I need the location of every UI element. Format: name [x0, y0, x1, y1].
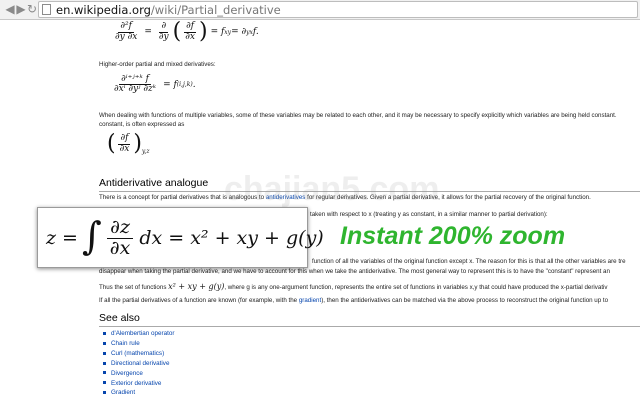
url-path: /wiki/Partial_derivative [150, 3, 281, 17]
eq3-frac: ∂f ∂x [118, 133, 132, 154]
thus-post: , where g is any one-argument function, … [224, 284, 608, 291]
see-also-link[interactable]: Divergence [103, 369, 175, 379]
zoom-lhs: z = [46, 227, 78, 249]
zoom-denominator: ∂x [109, 236, 131, 259]
known-pre: If all the partial derivatives of a func… [99, 297, 299, 304]
eq1-dx: ∂x [185, 31, 195, 42]
anti-text-3: function of all the variables of the ori… [312, 258, 626, 265]
eq1-left-paren: ( [172, 20, 182, 44]
url-host: en.wikipedia.org [56, 3, 151, 17]
see-also-list: d'Alembertian operator Chain rule Curl (… [103, 329, 175, 398]
eq3-left-paren: ( [107, 131, 116, 156]
see-also-link[interactable]: d'Alembertian operator [103, 329, 175, 339]
url-text[interactable]: en.wikipedia.org/wiki/Partial_derivative [56, 3, 281, 17]
anti-text-2: taken with respect to x (treating y as c… [310, 211, 548, 218]
eq1-dy: ∂y [158, 31, 169, 42]
held-constant-equation: ( ∂f ∂x ) y,z [107, 133, 150, 155]
mixed-derivative-equation: ∂²f ∂y ∂x = ∂ ∂y ( ∂f ∂x ) = f xy = ∂ yx f. [111, 21, 259, 43]
eq1-df: ∂f [184, 21, 197, 33]
see-also-link[interactable]: Exterior derivative [103, 379, 175, 389]
zoom-rhs: dx = x² + xy + g(y) [139, 227, 324, 249]
eq2-end: . [192, 79, 196, 90]
eq1-numerator: ∂²f [118, 21, 134, 33]
see-also-link[interactable]: Gradient [103, 388, 175, 398]
higher-order-equation: ∂ⁱ⁺ʲ⁺ᵏ f ∂xⁱ ∂yʲ ∂zᵏ = f (i,j,k). [110, 74, 196, 95]
eq1-equals: = [144, 27, 152, 37]
browser-toolbar: ◀ ▶ ↻ en.wikipedia.org/wiki/Partial_deri… [0, 0, 640, 20]
zoomed-equation: z = ∫ ∂z ∂x dx = x² + xy + g(y) [46, 211, 324, 265]
eq1-sub2: yx [246, 28, 253, 36]
thus-pre: Thus the set of functions [99, 284, 169, 291]
address-bar[interactable]: en.wikipedia.org/wiki/Partial_derivative [38, 1, 638, 18]
eq3-denominator: ∂x [119, 143, 130, 154]
thus-text: Thus the set of functions x² + xy + g(y)… [99, 283, 608, 292]
zoom-frac: ∂z ∂x [107, 217, 134, 259]
eq1-end: f. [252, 27, 259, 37]
zoom-caption: Instant 200% zoom [340, 222, 566, 250]
anti-text-4: disappear when taking the partial deriva… [99, 268, 610, 275]
multivar-text-2: constant, is often expressed as [99, 121, 185, 128]
zoom-popup: z = ∫ ∂z ∂x dx = x² + xy + g(y) [37, 207, 324, 268]
see-also-heading: See also [99, 312, 640, 327]
eq1-frac: ∂²f ∂y ∂x [113, 21, 139, 42]
higher-order-text: Higher-order partial and mixed derivativ… [99, 61, 216, 68]
watermark: chajian5.com [224, 170, 440, 208]
eq2-rhs: = f [163, 79, 177, 90]
eq1-d: ∂ [159, 21, 169, 33]
known-text: If all the partial derivatives of a func… [99, 297, 608, 305]
integral-sign: ∫ [81, 214, 102, 258]
eq1-rest2: = ∂ [231, 27, 247, 37]
known-post: ), then the antiderivatives can be match… [321, 297, 609, 304]
see-also-link[interactable]: Chain rule [103, 339, 175, 349]
page-icon [42, 4, 51, 15]
thus-math: x² + xy + g(y) [168, 282, 225, 291]
multivar-text-1: When dealing with functions of multiple … [99, 112, 617, 119]
eq1-denominator: ∂y ∂x [115, 31, 138, 42]
eq1-frac3: ∂f ∂x [183, 21, 197, 42]
eq1-sub1: xy [224, 28, 232, 36]
reload-icon[interactable]: ↻ [25, 2, 39, 16]
eq1-frac2: ∂ ∂y [157, 21, 171, 42]
eq1-rest: = f [210, 27, 225, 37]
see-also-link[interactable]: Curl (mathematics) [103, 349, 175, 359]
gradient-link[interactable]: gradient [299, 297, 321, 304]
eq3-right-paren: ) [133, 131, 142, 156]
zoom-numerator: ∂z [107, 217, 133, 239]
eq1-right-paren: ) [198, 20, 208, 44]
eq3-numerator: ∂f [118, 133, 131, 145]
see-also-link[interactable]: Directional derivative [103, 359, 175, 369]
eq2-frac: ∂ⁱ⁺ʲ⁺ᵏ f ∂xⁱ ∂yʲ ∂zᵏ [112, 74, 158, 95]
eq2-denominator: ∂xⁱ ∂yʲ ∂zᵏ [114, 84, 157, 95]
eq3-sub: y,z [141, 147, 150, 155]
eq2-sup: (i,j,k) [176, 81, 193, 89]
